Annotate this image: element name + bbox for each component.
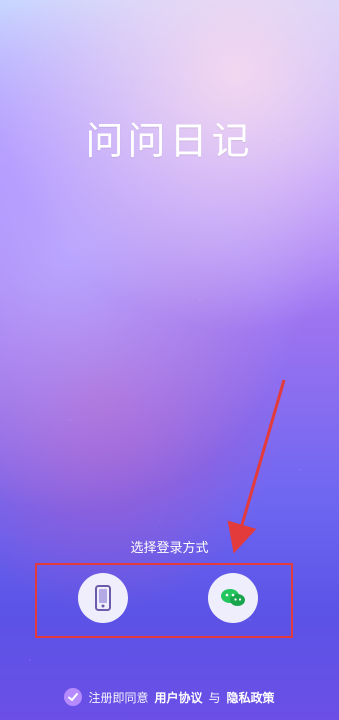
agreement-prefix: 注册即同意 bbox=[88, 690, 149, 705]
phone-login-button[interactable] bbox=[78, 573, 128, 623]
check-icon bbox=[68, 693, 79, 701]
wechat-icon bbox=[219, 586, 247, 610]
app-title: 问问日记 bbox=[85, 119, 254, 163]
agreement-checkbox[interactable] bbox=[64, 688, 83, 706]
user-agreement-link[interactable]: 用户协议 bbox=[154, 689, 202, 706]
phone-icon bbox=[94, 585, 112, 611]
wechat-login-button[interactable] bbox=[208, 573, 258, 623]
agreement-row: 注册即同意 用户协议 与 隐私政策 bbox=[0, 688, 339, 706]
choose-login-method-label: 选择登录方式 bbox=[130, 541, 209, 556]
privacy-policy-link[interactable]: 隐私政策 bbox=[227, 689, 275, 706]
agreement-conjunction: 与 bbox=[208, 690, 221, 705]
